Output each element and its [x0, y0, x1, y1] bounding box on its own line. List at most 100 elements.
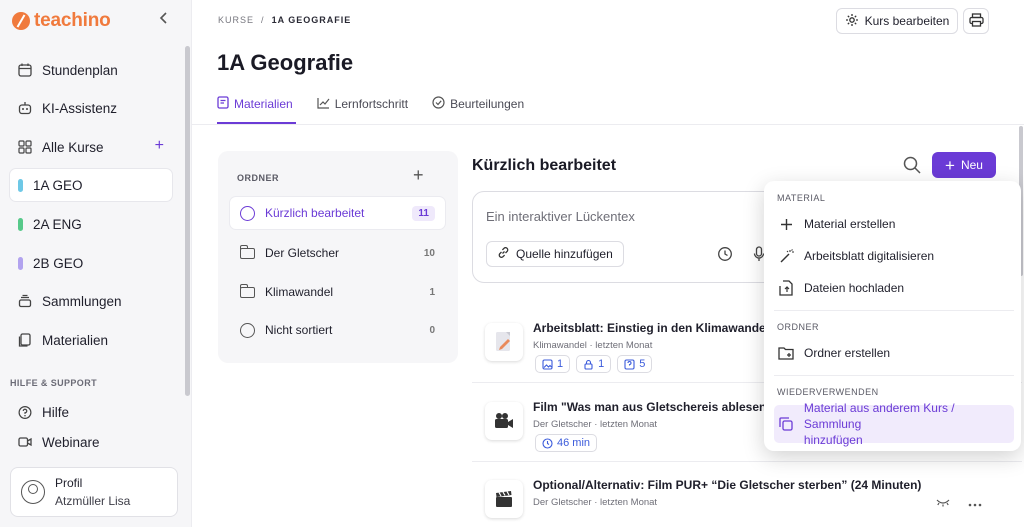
edit-course-button[interactable]: Kurs bearbeiten	[836, 8, 958, 34]
sidebar-item-2b-geo[interactable]: 2B GEO	[10, 247, 172, 279]
sidebar-item-label: Stundenplan	[42, 62, 118, 78]
help-icon	[18, 405, 32, 419]
folders-heading: ORDNER	[237, 173, 280, 183]
folder-klimawandel[interactable]: Klimawandel 1	[230, 276, 445, 308]
sidebar-item-label: 2A ENG	[33, 216, 82, 232]
documents-icon	[18, 333, 32, 347]
sidebar-item-hilfe[interactable]: Hilfe	[10, 396, 172, 428]
sidebar-item-label: KI-Assistenz	[42, 100, 118, 116]
menu-digitize-worksheet[interactable]: Arbeitsblatt digitalisieren	[774, 242, 1014, 270]
menu-item-label-line1: Material aus anderem Kurs / Sammlung	[803, 400, 955, 431]
new-button-label: Neu	[960, 158, 983, 172]
sidebar-item-label: Hilfe	[42, 404, 70, 420]
new-button[interactable]: + Neu	[932, 152, 996, 178]
printer-icon	[968, 12, 984, 30]
avatar-icon	[21, 480, 45, 504]
grid-icon	[18, 140, 32, 154]
question-count-chip: 5	[617, 355, 653, 373]
add-source-button[interactable]: Quelle hinzufügen	[486, 241, 624, 267]
add-source-label: Quelle hinzufügen	[516, 247, 613, 261]
dropdown-section-folder: ORDNER	[777, 322, 820, 332]
tab-beurteilungen[interactable]: Beurteilungen	[432, 94, 524, 114]
menu-create-material[interactable]: Material erstellen	[774, 210, 1014, 238]
folder-count: 1	[429, 286, 435, 298]
item-title: Film "Was man aus Gletschereis ablesen k…	[533, 400, 798, 414]
menu-item-label: Arbeitsblatt digitalisieren	[804, 249, 935, 263]
sidebar-item-webinare[interactable]: Webinare	[10, 435, 172, 453]
sidebar-item-label: Webinare	[42, 435, 100, 450]
ai-prompt-input[interactable]: Ein interaktiver Lückentex	[486, 209, 635, 224]
chip-value: 1	[598, 358, 605, 370]
logo[interactable]: teachino	[12, 10, 111, 32]
calendar-icon	[18, 63, 32, 77]
profile-card[interactable]: Profil Atzmüller Lisa	[10, 467, 178, 517]
more-options-icon[interactable]	[968, 494, 982, 510]
menu-reuse-material[interactable]: Material aus anderem Kurs / Sammlung hin…	[774, 401, 1014, 447]
sidebar-item-label: 1A GEO	[33, 177, 83, 193]
sidebar-item-materialien[interactable]: Materialien	[10, 324, 172, 356]
search-icon[interactable]	[902, 155, 922, 175]
link-icon	[497, 246, 510, 262]
duration-chip: 46 min	[535, 434, 598, 452]
menu-create-folder[interactable]: Ordner erstellen	[774, 339, 1014, 367]
folder-count: 11	[412, 205, 435, 221]
menu-item-label-line2: hinzufügen	[803, 433, 863, 448]
history-icon[interactable]	[717, 246, 733, 265]
dropdown-divider	[774, 375, 1014, 376]
sidebar-item-label: Materialien	[42, 332, 109, 348]
ai-prompt-box: Ein interaktiver Lückentex Quelle hinzuf…	[472, 191, 782, 283]
folder-recent[interactable]: Kürzlich bearbeitet 11	[230, 197, 445, 229]
sidebar-scrollbar[interactable]	[185, 46, 190, 396]
sidebar-item-alle-kurse[interactable]: Alle Kurse +	[10, 131, 172, 163]
question-icon	[624, 358, 635, 370]
sidebar-item-ki-assistenz[interactable]: KI-Assistenz	[10, 92, 172, 124]
folder-plus-icon	[778, 345, 794, 361]
tab-lernfortschritt[interactable]: Lernfortschritt	[317, 94, 408, 114]
robot-icon	[18, 101, 32, 115]
section-title: Kürzlich bearbeitet	[472, 157, 617, 174]
item-title: Arbeitsblatt: Einstieg in den Klimawande…	[533, 321, 770, 335]
add-course-icon[interactable]: +	[155, 137, 164, 155]
folder-panel: ORDNER + Kürzlich bearbeitet 11 Der Glet…	[218, 151, 458, 363]
header-divider	[192, 124, 1024, 125]
sidebar-item-2a-eng[interactable]: 2A ENG	[10, 208, 172, 240]
breadcrumb: KURSE / 1A GEOGRAFIE	[218, 15, 351, 25]
menu-upload-files[interactable]: Dateien hochladen	[774, 274, 1014, 302]
item-meta: Der Gletscher · letzten Monat	[533, 497, 658, 508]
sidebar-item-label: 2B GEO	[33, 255, 84, 271]
print-button[interactable]	[963, 8, 989, 34]
plus-icon: +	[945, 155, 955, 175]
image-count-chip: 1	[535, 355, 571, 373]
profile-name: Atzmüller Lisa	[55, 494, 131, 508]
chip-value: 46 min	[557, 437, 591, 449]
sidebar-item-label: Alle Kurse	[42, 139, 104, 155]
breadcrumb-root[interactable]: KURSE	[218, 15, 254, 25]
tab-label: Materialien	[234, 97, 293, 111]
dropdown-section-reuse: WIEDERVERWENDEN	[777, 387, 879, 397]
check-badge-icon	[432, 96, 445, 112]
folder-der-gletscher[interactable]: Der Gletscher 10	[230, 237, 445, 269]
stack-icon	[18, 294, 32, 308]
eye-closed-icon[interactable]	[936, 494, 950, 510]
image-icon	[542, 358, 553, 370]
folder-nicht-sortiert[interactable]: Nicht sortiert 0	[230, 314, 445, 346]
plus-icon	[778, 216, 794, 232]
item-meta: Klimawandel · letzten Monat	[533, 340, 653, 351]
sidebar-item-sammlungen[interactable]: Sammlungen	[10, 285, 172, 317]
add-folder-button[interactable]: +	[413, 165, 424, 186]
menu-item-label: Material erstellen	[804, 217, 896, 231]
logo-icon	[12, 12, 30, 30]
list-item[interactable]: Optional/Alternativ: Film PUR+ “Die Glet…	[472, 470, 1022, 527]
help-section-label: HILFE & SUPPORT	[10, 378, 98, 388]
worksheet-icon	[485, 323, 523, 361]
chip-value: 5	[639, 358, 646, 370]
sidebar-item-stundenplan[interactable]: Stundenplan	[10, 54, 172, 86]
sidebar-item-1a-geo[interactable]: 1A GEO	[10, 169, 172, 201]
course-color-marker	[18, 178, 23, 192]
logo-text: teachino	[34, 10, 111, 31]
lock-count-chip: 1	[576, 355, 612, 373]
item-meta: Der Gletscher · letzten Monat	[533, 419, 658, 430]
tab-materialien[interactable]: Materialien	[217, 94, 293, 114]
item-chips: 1 1 5	[535, 355, 653, 373]
collapse-sidebar-icon[interactable]	[158, 11, 170, 30]
